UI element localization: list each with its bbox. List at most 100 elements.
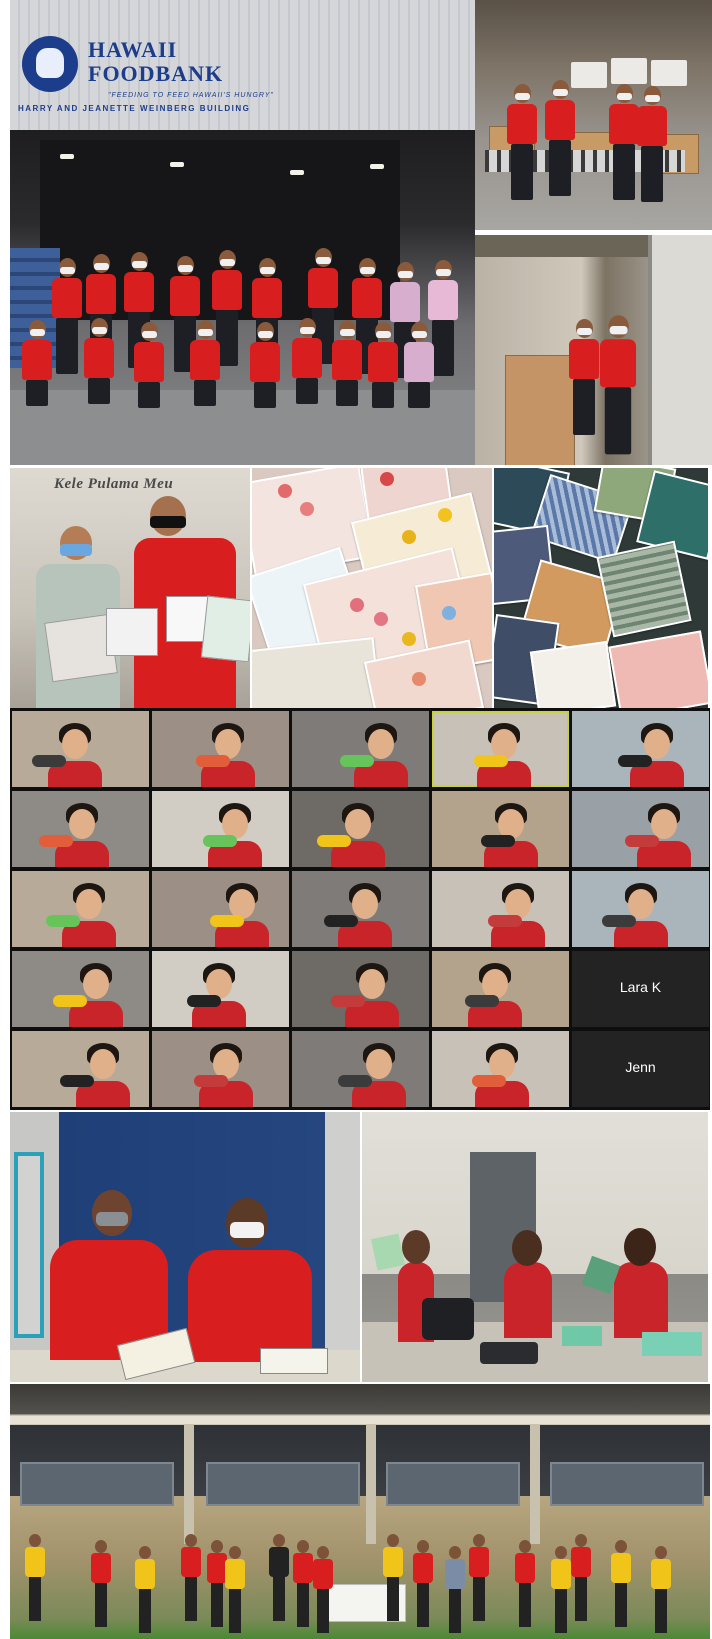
- flower-icon: [380, 472, 394, 486]
- volunteer: [248, 322, 282, 410]
- group-member: [312, 1546, 334, 1634]
- video-tile: [292, 711, 429, 787]
- ceiling-light: [60, 154, 74, 159]
- tile-figure: [368, 729, 394, 759]
- window: [206, 1462, 360, 1506]
- tile-figure: [359, 969, 385, 999]
- video-tile: [432, 951, 569, 1027]
- video-tile: [572, 711, 709, 787]
- video-tile: [152, 871, 289, 947]
- person-hair: [624, 1228, 656, 1266]
- card-bundle: [106, 608, 158, 656]
- face-mask: [60, 544, 92, 556]
- video-tile: [432, 791, 569, 867]
- handbag: [422, 1298, 474, 1340]
- volunteer: [188, 320, 222, 408]
- video-tile: [432, 711, 569, 787]
- volunteer: [20, 320, 54, 408]
- video-tile: [12, 791, 149, 867]
- flower-icon: [374, 612, 388, 626]
- tile-figure: [345, 809, 371, 839]
- tile-figure: [481, 835, 515, 847]
- building-sign: Kele Pulama Meu: [54, 476, 174, 492]
- tile-figure: [76, 889, 102, 919]
- foodbank-building-name: HARRY AND JEANETTE WEINBERG BUILDING: [18, 104, 251, 113]
- group-member: [90, 1540, 112, 1628]
- truck: [611, 58, 647, 84]
- volunteer: [598, 315, 639, 457]
- card-bundle: [200, 595, 250, 663]
- tile-figure: [618, 755, 652, 767]
- green-paper-cutout: [370, 1233, 406, 1271]
- group-member: [650, 1546, 672, 1634]
- card-donation-photo: Kele Pulama Meu: [10, 468, 250, 708]
- green-paper-cutout: [562, 1326, 602, 1346]
- floral-cards-photo: [252, 468, 492, 708]
- video-tile: [432, 871, 569, 947]
- tile-figure: [317, 835, 351, 847]
- group-member: [268, 1534, 290, 1622]
- tile-figure: [625, 835, 659, 847]
- person-shirt: [188, 1250, 312, 1362]
- group-member: [292, 1540, 314, 1628]
- window: [20, 1462, 174, 1506]
- conveyor-packing-photo: [475, 0, 712, 230]
- volunteer: [402, 322, 436, 410]
- foodbank-group-photo: HAWAII FOODBANK "FEEDING TO FEED HAWAII'…: [10, 0, 475, 465]
- classroom-photo-2: [362, 1112, 708, 1382]
- flower-icon: [350, 598, 364, 612]
- tile-figure: [69, 809, 95, 839]
- face-mask: [150, 516, 186, 528]
- group-member: [134, 1546, 156, 1634]
- participant-name: Jenn: [625, 1059, 656, 1075]
- truck: [651, 60, 687, 86]
- video-tile: [12, 871, 149, 947]
- tile-figure: [194, 1075, 228, 1087]
- flower-icon: [442, 606, 456, 620]
- pillar: [530, 1424, 540, 1544]
- tile-figure: [488, 915, 522, 927]
- doorframe: [648, 235, 712, 465]
- flower-icon: [278, 484, 292, 498]
- person-hair: [512, 1230, 542, 1266]
- tile-figure: [331, 995, 365, 1007]
- video-tile: [292, 871, 429, 947]
- group-member: [224, 1546, 246, 1634]
- flower-icon: [300, 502, 314, 516]
- tile-figure: [53, 995, 87, 1007]
- volunteer: [505, 84, 539, 202]
- group-member: [468, 1534, 490, 1622]
- face-mask: [230, 1222, 264, 1238]
- person-hair: [402, 1230, 430, 1264]
- tile-figure: [83, 969, 109, 999]
- tile-figure: [196, 755, 230, 767]
- group-member: [382, 1534, 404, 1622]
- tile-figure: [338, 1075, 372, 1087]
- flower-icon: [402, 632, 416, 646]
- roof-edge: [10, 1416, 710, 1424]
- picture-frame: [14, 1152, 44, 1338]
- tile-figure: [39, 835, 73, 847]
- window: [550, 1462, 704, 1506]
- face-mask: [96, 1212, 128, 1226]
- green-paper-cutout: [642, 1332, 702, 1356]
- group-member: [180, 1534, 202, 1622]
- tile-figure: [366, 1049, 392, 1079]
- person-shirt: [504, 1262, 552, 1338]
- video-tile: [152, 1031, 289, 1107]
- participant-name: Lara K: [619, 979, 662, 995]
- video-tile: [292, 1031, 429, 1107]
- ceiling-light: [170, 162, 184, 167]
- volunteer: [50, 258, 84, 376]
- video-tile: Jenn: [572, 1031, 709, 1107]
- handout: [260, 1348, 328, 1374]
- flower-icon: [438, 508, 452, 522]
- tile-figure: [474, 755, 508, 767]
- video-tile: [292, 951, 429, 1027]
- volunteer: [290, 318, 324, 406]
- video-tile: [572, 791, 709, 867]
- group-member: [570, 1534, 592, 1622]
- group-member: [24, 1534, 46, 1622]
- volunteer: [366, 322, 400, 410]
- tile-figure: [465, 995, 499, 1007]
